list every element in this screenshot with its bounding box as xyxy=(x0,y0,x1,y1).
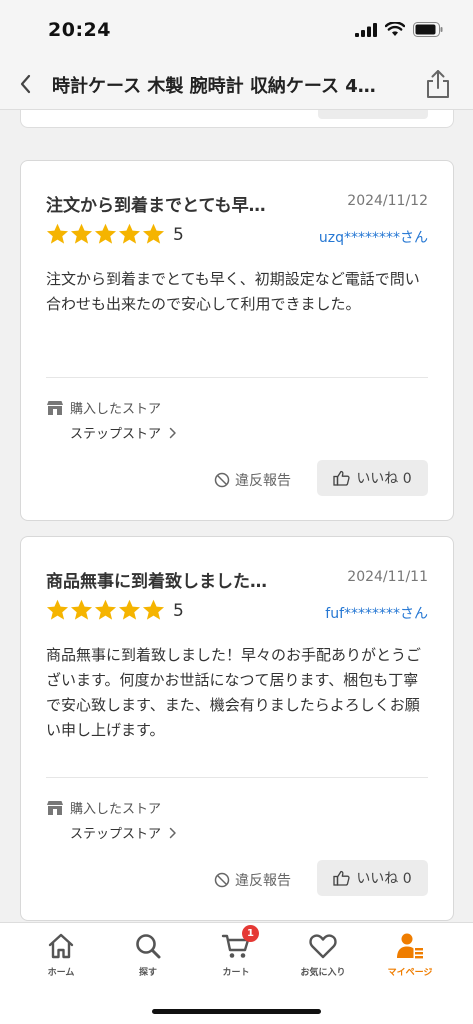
reviews-list[interactable]: 注文から到着までとても早… 2024/11/12 5 uzq********さん… xyxy=(0,110,473,922)
store-label-text: 購入したストア xyxy=(70,402,162,417)
cart-icon-wrapper: 1 xyxy=(221,925,259,961)
like-label: いいね 0 xyxy=(356,471,412,487)
tab-mypage[interactable]: マイページ xyxy=(363,931,457,987)
chevron-right-icon xyxy=(169,827,176,838)
share-button[interactable] xyxy=(425,68,451,100)
tab-search[interactable]: 探す xyxy=(101,931,195,987)
back-button[interactable] xyxy=(14,72,38,96)
store-name: ステップストア xyxy=(70,427,162,442)
star-icon xyxy=(70,223,93,244)
star-icon xyxy=(46,599,69,620)
status-bar: 20:24 xyxy=(0,0,473,60)
cart-badge: 1 xyxy=(242,925,259,942)
home-icon xyxy=(48,933,74,959)
previous-review-card xyxy=(20,110,454,128)
like-label: いいね 0 xyxy=(356,871,412,887)
review-title[interactable]: 注文から到着までとても早… xyxy=(46,191,306,216)
reviewer-name[interactable]: uzq********さん xyxy=(319,227,428,247)
star-rating xyxy=(46,223,165,245)
purchased-store-label: 購入したストア xyxy=(46,398,161,417)
thumbs-up-icon xyxy=(333,870,350,886)
rating-value: 5 xyxy=(173,601,184,621)
reviewer-name[interactable]: fuf********さん xyxy=(325,603,428,623)
prohibited-icon xyxy=(214,872,230,888)
signal-icon xyxy=(355,22,377,37)
rating-value: 5 xyxy=(173,225,184,245)
store-icon xyxy=(47,800,63,815)
review-card: 注文から到着までとても早… 2024/11/12 5 uzq********さん… xyxy=(20,160,454,521)
like-button[interactable]: いいね 0 xyxy=(317,860,428,896)
tab-label: 探す xyxy=(138,968,157,978)
review-date: 2024/11/12 xyxy=(347,193,428,209)
star-icon xyxy=(70,599,93,620)
tab-label: お気に入り xyxy=(300,968,346,978)
review-title[interactable]: 商品無事に到着致しました… xyxy=(46,567,306,592)
review-body: 注文から到着までとても早く、初期設定など電話で問い合わせも出来たので安心して利用… xyxy=(46,270,420,313)
user-icon xyxy=(397,933,423,959)
report-button[interactable]: 違反報告 xyxy=(214,470,291,490)
review-body: 商品無事に到着致しました！早々のお手配ありがとうございます。何度かお世話になつて… xyxy=(46,646,422,739)
report-label: 違反報告 xyxy=(235,473,291,489)
store-link[interactable]: ステップストア xyxy=(70,823,177,842)
star-icon xyxy=(118,223,141,244)
navigation-bar: 時計ケース 木製 腕時計 収納ケース 4… xyxy=(0,60,473,110)
bottom-tab-bar: ホーム 探す 1 カート お気に入り マイページ xyxy=(0,922,473,1024)
star-icon xyxy=(94,223,117,244)
store-link[interactable]: ステップストア xyxy=(70,423,177,442)
tab-label: カート xyxy=(222,968,250,978)
store-label-text: 購入したストア xyxy=(70,802,162,817)
tab-favorites[interactable]: お気に入り xyxy=(276,931,370,987)
previous-like-button[interactable] xyxy=(318,110,428,119)
tab-cart[interactable]: 1 カート xyxy=(189,925,283,987)
wifi-icon xyxy=(385,22,405,36)
like-button[interactable]: いいね 0 xyxy=(317,460,428,496)
purchased-store-label: 購入したストア xyxy=(46,798,161,817)
review-date: 2024/11/11 xyxy=(347,569,428,585)
star-icon xyxy=(142,223,165,244)
status-time: 20:24 xyxy=(48,19,111,41)
chevron-left-icon xyxy=(20,74,31,94)
divider xyxy=(46,777,428,778)
store-name: ステップストア xyxy=(70,827,162,842)
star-rating xyxy=(46,599,165,621)
report-button[interactable]: 違反報告 xyxy=(214,870,291,890)
battery-icon xyxy=(413,22,443,37)
heart-icon xyxy=(309,934,337,959)
page-title: 時計ケース 木製 腕時計 収納ケース 4… xyxy=(52,76,376,97)
review-card: 商品無事に到着致しました… 2024/11/11 5 fuf********さん… xyxy=(20,536,454,921)
star-icon xyxy=(46,223,69,244)
star-icon xyxy=(94,599,117,620)
status-icons xyxy=(355,22,443,37)
report-label: 違反報告 xyxy=(235,873,291,889)
star-icon xyxy=(118,599,141,620)
thumbs-up-icon xyxy=(333,470,350,486)
search-icon xyxy=(136,934,161,959)
store-icon xyxy=(47,400,63,415)
home-indicator xyxy=(152,1009,321,1014)
divider xyxy=(46,377,428,378)
tab-label: マイページ xyxy=(387,968,433,978)
tab-home[interactable]: ホーム xyxy=(14,931,108,987)
star-icon xyxy=(142,599,165,620)
tab-label: ホーム xyxy=(47,968,75,978)
share-icon xyxy=(427,70,449,98)
chevron-right-icon xyxy=(169,427,176,438)
prohibited-icon xyxy=(214,472,230,488)
